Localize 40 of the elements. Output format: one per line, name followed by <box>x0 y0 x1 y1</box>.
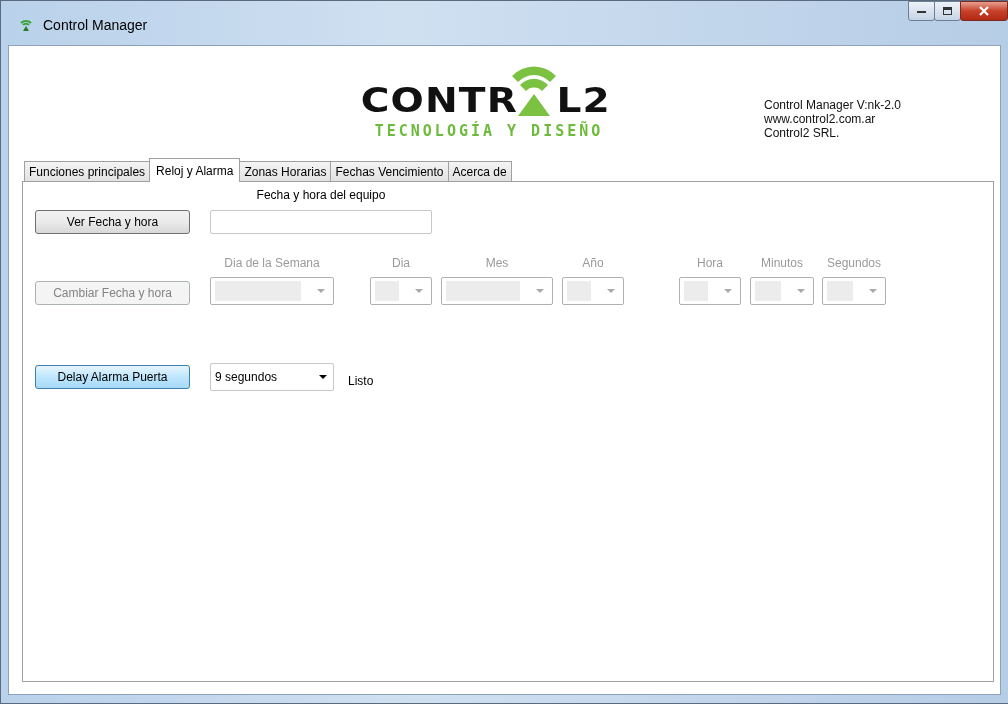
delay-dropdown[interactable]: 9 segundos <box>210 363 334 391</box>
tab[interactable]: Fechas Vencimiento <box>330 161 449 181</box>
delay-alarm-button[interactable]: Delay Alarma Puerta <box>35 365 190 389</box>
selector-label: Segundos <box>826 256 881 270</box>
maximize-button[interactable] <box>934 1 961 21</box>
caret-icon <box>607 288 615 294</box>
logo-tagline: TECNOLOGÍA Y DISEÑO <box>374 122 604 140</box>
status-text: Listo <box>348 374 374 388</box>
caret-icon <box>317 288 325 294</box>
selector-label: Minutos <box>761 256 803 270</box>
caret-icon <box>415 288 423 294</box>
tab[interactable]: Zonas Horarias <box>239 161 332 181</box>
antenna-icon <box>19 18 33 32</box>
caret-icon <box>797 288 805 294</box>
datetime-field[interactable] <box>210 210 432 234</box>
logo-wordmark: L2 <box>556 83 611 117</box>
selector-label: Dia <box>392 256 410 270</box>
about-text: Control Manager V:nk-2.0 <box>764 98 901 112</box>
selector-label: Hora <box>697 256 723 270</box>
selector-label: Mes <box>485 256 509 270</box>
tab[interactable]: Funciones principales <box>24 161 151 181</box>
selector-label: Año <box>582 256 604 270</box>
close-button[interactable] <box>960 1 1008 21</box>
about-text: Control2 SRL. <box>764 126 841 140</box>
minimize-button[interactable] <box>908 1 935 21</box>
field-label: Fecha y hora del equipo <box>255 188 387 202</box>
tab[interactable]: Acerca de <box>447 161 512 181</box>
window-title: Control Manager <box>43 17 148 33</box>
selector-label: Dia de la Semana <box>224 256 320 270</box>
close-icon <box>978 6 990 16</box>
maximize-icon <box>942 6 953 16</box>
caret-icon <box>536 288 544 294</box>
caret-icon <box>869 288 877 294</box>
minimize-icon <box>916 8 927 14</box>
logo-wordmark: CONTR <box>360 83 518 117</box>
tab[interactable]: Reloj y Alarma <box>149 158 241 182</box>
about-text: www.control2.com.ar <box>764 112 877 126</box>
caret-icon <box>724 288 732 294</box>
view-datetime-button[interactable]: Ver Fecha y hora <box>35 210 190 234</box>
caret-icon <box>319 374 327 380</box>
